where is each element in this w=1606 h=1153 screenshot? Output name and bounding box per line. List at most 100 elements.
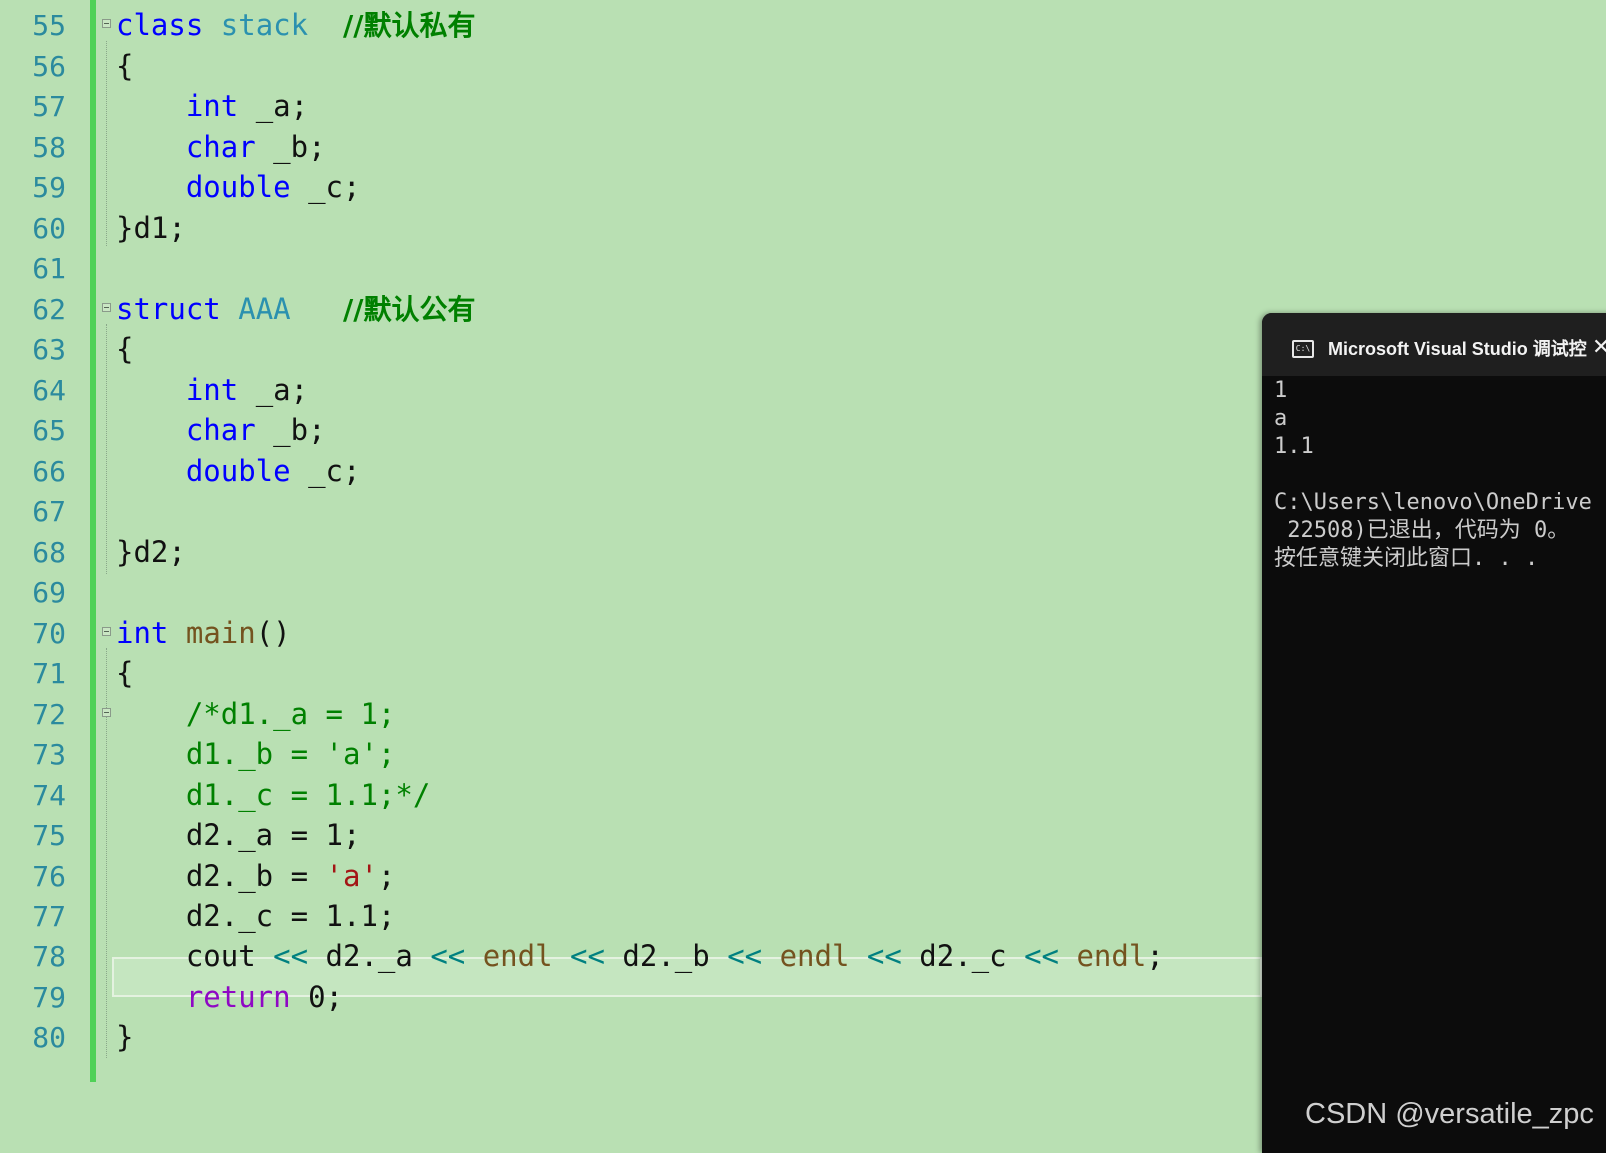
code-text: double _c;	[116, 451, 361, 492]
code-line[interactable]: 63 {	[0, 329, 1260, 370]
line-number: 79	[32, 981, 66, 1014]
keyword: int	[185, 373, 239, 407]
code-text: {	[116, 49, 134, 83]
line-number: 73	[32, 738, 66, 771]
code-line[interactable]: 64 int _a;	[0, 370, 1260, 411]
code-text: double _c;	[116, 167, 361, 208]
line-number: 59	[32, 171, 66, 204]
close-icon[interactable]: ✕	[1592, 333, 1606, 363]
console-title: Microsoft Visual Studio 调试控	[1328, 339, 1587, 359]
code-line[interactable]: 68 }d2;	[0, 532, 1260, 573]
code-text: d2._a = 1;	[116, 815, 361, 856]
line-number: 62	[32, 293, 66, 326]
watermark: CSDN @versatile_zpc	[1305, 1098, 1594, 1130]
console-output-line: C:\Users\lenovo\OneDrive	[1274, 490, 1592, 515]
fold-toggle-icon[interactable]	[102, 627, 111, 636]
console-titlebar[interactable]: C:\ Microsoft Visual Studio 调试控 ✕	[1262, 313, 1606, 376]
statement: d2._c = 1.1;	[185, 899, 396, 933]
object-decl: d1;	[133, 211, 186, 245]
comment: /*d1._a = 1;	[185, 697, 396, 731]
code-line[interactable]: 65 char _b;	[0, 410, 1260, 451]
statement: d2._b =	[185, 859, 326, 893]
code-line[interactable]: 73 d1._b = 'a';	[0, 734, 1260, 775]
code-line[interactable]: 75 d2._a = 1;	[0, 815, 1260, 856]
member-decl: _b;	[255, 413, 326, 447]
operator: <<	[727, 939, 763, 973]
identifier: d2._b	[622, 939, 710, 973]
line-number: 61	[32, 252, 66, 285]
code-line[interactable]: 66 double _c;	[0, 451, 1260, 492]
code-line[interactable]: 69	[0, 572, 1260, 613]
code-text: class stack //默认私有	[116, 5, 475, 46]
line-number: 60	[32, 212, 66, 245]
code-text: }d1;	[116, 208, 186, 249]
code-line[interactable]: 57 int _a;	[0, 86, 1260, 127]
keyword: return	[185, 980, 291, 1014]
parens: ()	[255, 616, 291, 650]
code-line[interactable]: 62 struct AAA //默认公有	[0, 289, 1260, 330]
line-number: 71	[32, 657, 66, 690]
member-decl: _a;	[238, 373, 309, 407]
code-line[interactable]: 67	[0, 491, 1260, 532]
operator: <<	[430, 939, 466, 973]
code-text: return 0;	[116, 977, 343, 1018]
operator: <<	[273, 939, 309, 973]
line-number: 74	[32, 779, 66, 812]
comment: //默认私有	[343, 9, 476, 42]
console-output-line: 按任意键关闭此窗口. . .	[1274, 546, 1539, 571]
code-line[interactable]: 55 class stack //默认私有	[0, 5, 1260, 46]
type-name: stack	[220, 8, 309, 42]
code-text: struct AAA //默认公有	[116, 289, 475, 330]
member-decl: _c;	[290, 170, 361, 204]
line-number: 63	[32, 333, 66, 366]
identifier: endl	[1076, 939, 1147, 973]
fold-toggle-icon[interactable]	[102, 303, 111, 312]
fold-toggle-icon[interactable]	[102, 708, 111, 717]
comment: d1._c = 1.1;*/	[185, 778, 431, 812]
code-text: {	[116, 656, 134, 690]
console-app-icon: C:\	[1292, 340, 1314, 358]
line-number: 55	[32, 9, 66, 42]
semicolon: ;	[377, 859, 396, 893]
identifier: endl	[482, 939, 553, 973]
code-line[interactable]: 61	[0, 248, 1260, 289]
code-line[interactable]: 60 }d1;	[0, 208, 1260, 249]
code-line[interactable]: 58 char _b;	[0, 127, 1260, 168]
debug-console-window[interactable]: C:\ Microsoft Visual Studio 调试控 ✕ 1 a 1.…	[1262, 313, 1606, 1153]
code-line[interactable]: 56 {	[0, 46, 1260, 87]
code-line[interactable]: 70 int main()	[0, 613, 1260, 654]
fold-toggle-icon[interactable]	[102, 19, 111, 28]
type-name: AAA	[238, 292, 291, 326]
line-number: 68	[32, 536, 66, 569]
line-number: 80	[32, 1021, 66, 1054]
comment: //默认公有	[343, 293, 476, 326]
code-text: int _a;	[116, 86, 308, 127]
code-text: char _b;	[116, 127, 326, 168]
code-line[interactable]: 79 return 0;	[0, 977, 1260, 1018]
line-number: 70	[32, 617, 66, 650]
code-line[interactable]: 74 d1._c = 1.1;*/	[0, 775, 1260, 816]
char-literal: 'a'	[325, 859, 378, 893]
line-number: 78	[32, 940, 66, 973]
code-line[interactable]: 76 d2._b = 'a';	[0, 856, 1260, 897]
statement: 0;	[290, 980, 343, 1014]
keyword: struct	[116, 292, 221, 326]
code-line[interactable]: 71 {	[0, 653, 1260, 694]
code-line-current[interactable]: 78 cout << d2._a << endl << d2._b << end…	[0, 936, 1260, 977]
line-number: 64	[32, 374, 66, 407]
line-number: 76	[32, 860, 66, 893]
operator: <<	[866, 939, 902, 973]
code-line[interactable]: 77 d2._c = 1.1;	[0, 896, 1260, 937]
code-line[interactable]: 59 double _c;	[0, 167, 1260, 208]
member-decl: _c;	[290, 454, 361, 488]
code-text: cout << d2._a << endl << d2._b << endl <…	[116, 936, 1164, 977]
code-line[interactable]: 80 }	[0, 1017, 1260, 1058]
code-text: d2._c = 1.1;	[116, 896, 396, 937]
brace: }	[116, 535, 134, 569]
console-output-line: 1	[1274, 378, 1288, 403]
semicolon: ;	[1146, 939, 1164, 973]
line-number: 57	[32, 90, 66, 123]
keyword: double	[185, 170, 291, 204]
code-line[interactable]: 72 /*d1._a = 1;	[0, 694, 1260, 735]
code-text: d1._b = 'a';	[116, 734, 396, 775]
